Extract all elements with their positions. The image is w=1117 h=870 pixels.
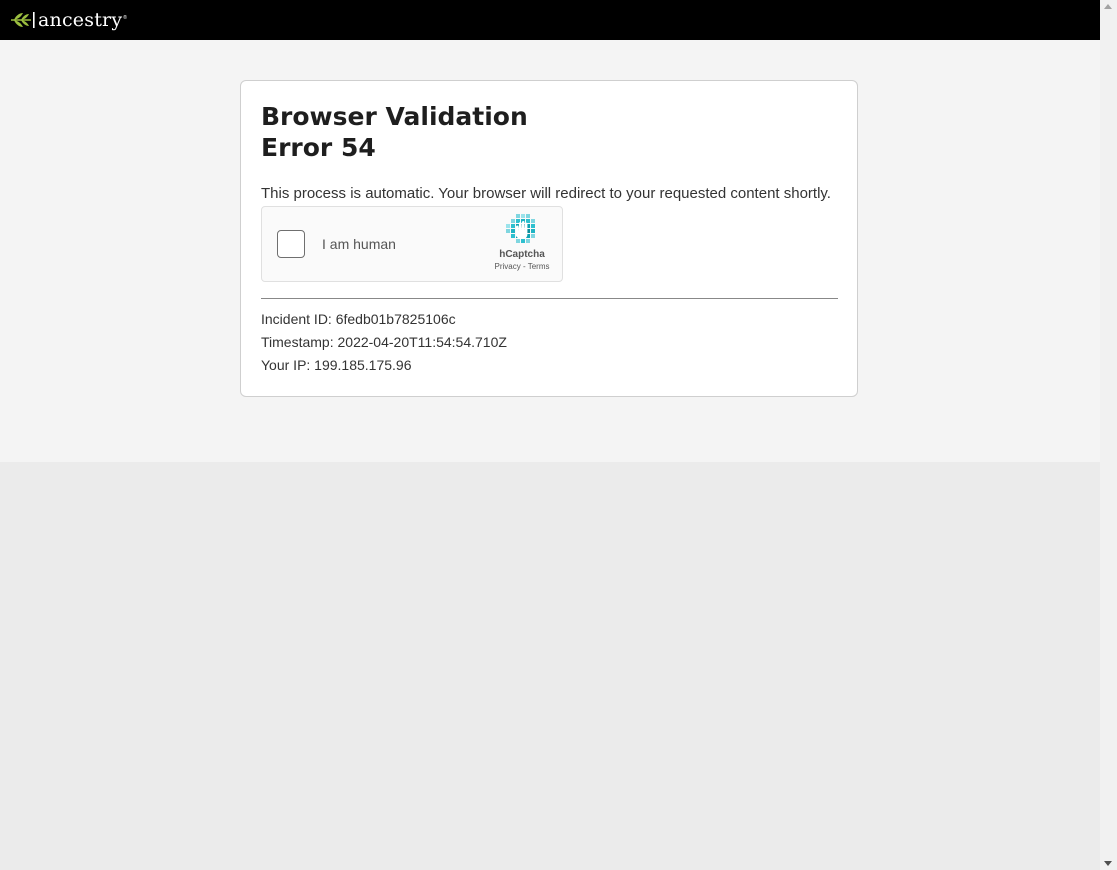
timestamp: Timestamp: 2022-04-20T11:54:54.710Z <box>261 334 507 350</box>
vertical-scrollbar[interactable] <box>1100 0 1117 870</box>
page-title: Browser Validation Error 54 <box>261 101 528 163</box>
captcha-label: I am human <box>322 236 396 252</box>
leaf-logo-icon <box>11 12 35 28</box>
captcha-links: Privacy - Terms <box>492 262 552 271</box>
redirect-description: This process is automatic. Your browser … <box>261 185 831 202</box>
logo-trademark: ® <box>123 15 127 21</box>
validation-card: Browser Validation Error 54 This process… <box>240 80 858 397</box>
captcha-branding: hCaptcha Privacy - Terms <box>492 214 552 271</box>
scroll-up-arrow-icon[interactable] <box>1104 4 1112 9</box>
title-line-1: Browser Validation <box>261 102 528 131</box>
hcaptcha-widget[interactable]: I am human hCaptcha Privacy - Terms <box>261 206 563 282</box>
site-header: ancestry ® <box>0 0 1100 40</box>
ancestry-logo[interactable]: ancestry ® <box>10 6 127 34</box>
captcha-link-separator: - <box>520 262 528 271</box>
captcha-terms-link[interactable]: Terms <box>528 262 550 271</box>
human-checkbox[interactable] <box>277 230 305 258</box>
hcaptcha-hand-icon <box>506 214 535 243</box>
client-ip: Your IP: 199.185.175.96 <box>261 357 412 373</box>
scroll-down-arrow-icon[interactable] <box>1104 861 1112 866</box>
incident-id: Incident ID: 6fedb01b7825106c <box>261 311 456 327</box>
captcha-brand-name: hCaptcha <box>499 249 545 260</box>
logo-text: ancestry <box>38 9 123 31</box>
browser-viewport: ancestry ® Browser Validation Error 54 T… <box>0 0 1100 870</box>
captcha-privacy-link[interactable]: Privacy <box>495 262 521 271</box>
divider <box>261 298 838 299</box>
title-line-2: Error 54 <box>261 133 376 162</box>
